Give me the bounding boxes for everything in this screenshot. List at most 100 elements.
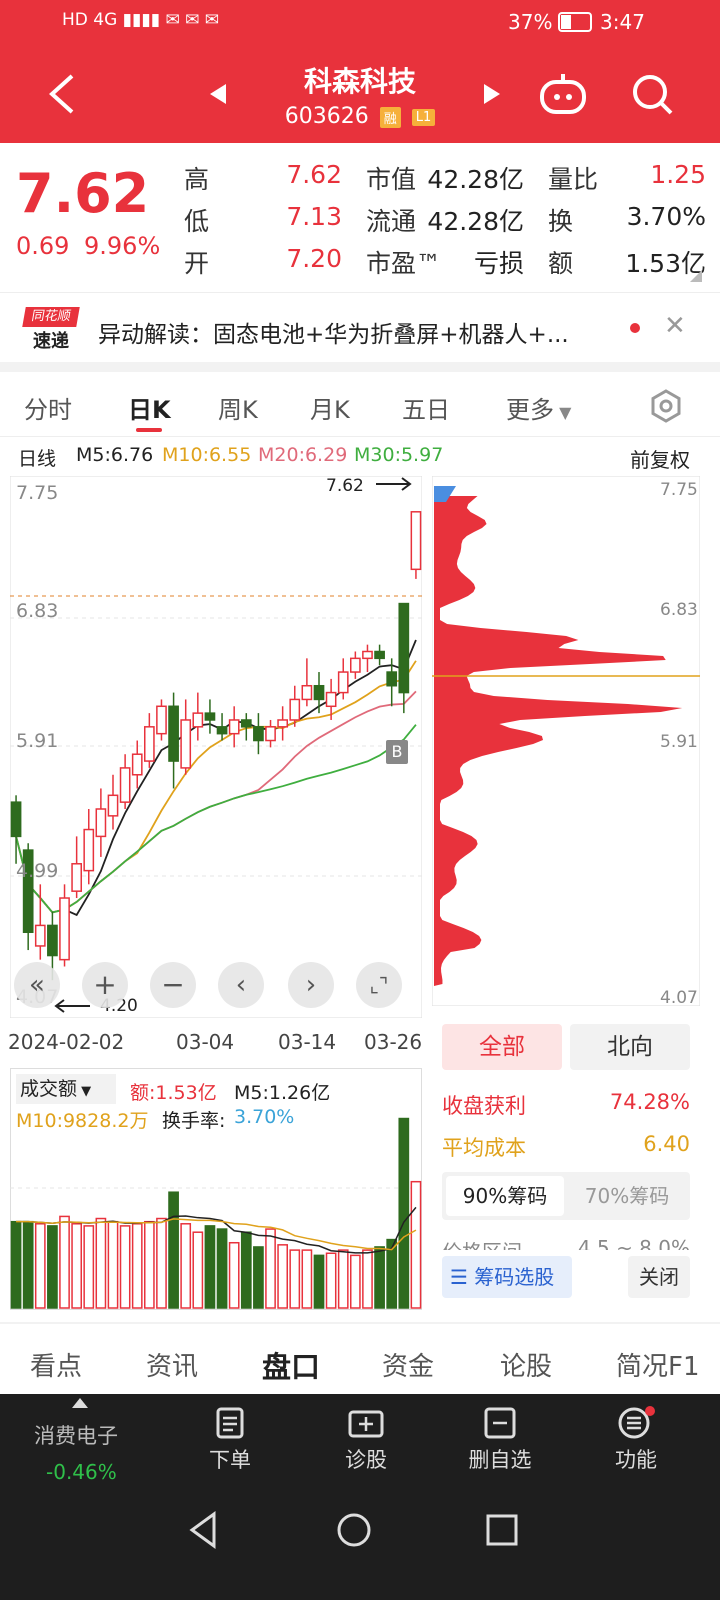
candle (10, 795, 22, 864)
chip-70-button[interactable]: 70%筹码 (568, 1176, 686, 1216)
sector-name[interactable]: 消费电子 (34, 1420, 118, 1450)
volume-bar (143, 1220, 155, 1309)
volume-bar (10, 1220, 22, 1309)
label-turnover: 换 (548, 207, 574, 236)
order-button[interactable]: 下单 (180, 1406, 280, 1474)
tab-highlights[interactable]: 看点 (30, 1346, 82, 1383)
tab-funds[interactable]: 资金 (382, 1346, 434, 1383)
close-banner-icon[interactable]: ✕ (664, 311, 686, 341)
chip-90-button[interactable]: 90%筹码 (446, 1176, 564, 1216)
profit-value: 74.28% (609, 1090, 690, 1114)
scroll-left-icon[interactable]: ‹ (218, 962, 264, 1008)
candle (168, 692, 179, 789)
functions-button[interactable]: 功能 (586, 1406, 686, 1474)
candle (398, 602, 410, 714)
chip-stock-picker-button[interactable]: ☰ 筹码选股 (442, 1256, 572, 1298)
volume-chart (10, 1117, 422, 1309)
candle (71, 836, 83, 899)
rewind-icon[interactable]: « (14, 962, 60, 1008)
chip-tab-all[interactable]: 全部 (442, 1024, 562, 1070)
unread-dot (630, 323, 640, 333)
nav-recent-icon[interactable] (484, 1512, 520, 1548)
tab-intraday[interactable]: 分时 (24, 390, 72, 425)
ma20-label: M20:6.29 (258, 444, 348, 466)
fullscreen-icon[interactable]: ⌞⌝ (356, 962, 402, 1008)
settings-hex-icon[interactable] (648, 388, 684, 424)
tab-profile[interactable]: 简况F1 (616, 1346, 700, 1383)
chip-close-button[interactable]: 关闭 (628, 1256, 690, 1298)
candle (349, 651, 361, 679)
candle (362, 644, 373, 673)
date-label: 03-04 (176, 1030, 235, 1054)
high-marker-label: 7.62 (326, 476, 364, 496)
y-tick-6.83: 6.83 (16, 600, 59, 622)
candle (240, 713, 252, 741)
label-mkt-cap: 市值 (366, 165, 417, 194)
candle (180, 699, 192, 775)
candle (216, 713, 228, 741)
functions-label: 功能 (615, 1448, 657, 1472)
volume-bar (265, 1228, 276, 1309)
chip-profile (434, 496, 683, 986)
volume-bar (301, 1249, 313, 1309)
candle (374, 644, 385, 666)
ma30-label: M30:5.97 (354, 444, 444, 466)
scroll-right-icon[interactable]: › (288, 962, 334, 1008)
chip-range-switch: 90%筹码 70%筹码 (442, 1172, 690, 1220)
ths-logo: 同花顺 速递 (22, 307, 80, 352)
kline-chart[interactable] (10, 476, 422, 1018)
status-icons: HD 4G ▮▮▮▮ ✉ ✉ ✉ (62, 10, 220, 30)
nav-back-icon[interactable] (184, 1510, 224, 1550)
candle (83, 809, 95, 885)
remove-watchlist-button[interactable]: 删自选 (450, 1406, 550, 1474)
expand-corner-icon[interactable] (690, 270, 702, 282)
profit-label: 收盘获利 (442, 1094, 526, 1118)
active-tab-indicator (136, 428, 162, 432)
divider (0, 362, 720, 372)
tab-weekly-k[interactable]: 周K (218, 390, 258, 425)
zoom-in-icon[interactable]: + (82, 962, 128, 1008)
volume-bar (349, 1254, 361, 1309)
volume-bar (253, 1246, 264, 1309)
label-open: 开 (184, 249, 210, 278)
candle (313, 672, 325, 714)
label-high: 高 (184, 165, 210, 194)
candle (192, 692, 204, 741)
nav-home-icon[interactable] (334, 1510, 374, 1550)
current-price: 7.62 (16, 162, 150, 225)
ma5-label: M5:6.76 (76, 444, 154, 466)
value-turnover: 3.70% (626, 202, 706, 231)
volume-bar (34, 1223, 46, 1309)
tab-news[interactable]: 资讯 (146, 1346, 198, 1383)
tab-discussion[interactable]: 论股 (500, 1346, 552, 1383)
tab-order-book[interactable]: 盘口 (262, 1344, 320, 1386)
tab-daily-k[interactable]: 日K (128, 390, 171, 425)
candle (410, 511, 422, 579)
robot-icon[interactable] (538, 70, 588, 118)
candle (107, 774, 119, 830)
chip-tab-north[interactable]: 北向 (570, 1024, 690, 1070)
tab-five-day[interactable]: 五日 (402, 390, 450, 425)
value-pe: 亏损 (473, 249, 524, 278)
y-tick-7.75: 7.75 (16, 482, 59, 504)
adjustment-button[interactable]: 前复权 (630, 444, 690, 473)
volume-bar (95, 1217, 107, 1309)
volume-bar (362, 1249, 373, 1309)
diagnose-button[interactable]: 诊股 (316, 1406, 416, 1474)
volume-bar (47, 1225, 58, 1309)
news-banner[interactable]: 同花顺 速递 异动解读：固态电池+华为折叠屏+机器人+... ✕ (0, 292, 720, 362)
next-stock-icon[interactable] (480, 82, 504, 106)
tab-monthly-k[interactable]: 月K (310, 390, 350, 425)
chip-price-range-label: 价格区间 (442, 1240, 522, 1250)
label-amount: 额 (548, 249, 574, 278)
buy-signal-badge[interactable]: B (386, 740, 408, 764)
tab-more[interactable]: 更多 ▼ (506, 390, 571, 425)
candle (253, 713, 264, 755)
label-float-cap: 流通 (366, 207, 417, 236)
volume-bar (289, 1249, 301, 1309)
volume-bar (131, 1223, 143, 1309)
search-icon[interactable] (630, 72, 674, 116)
zoom-out-icon[interactable]: − (150, 962, 196, 1008)
caret-up-icon (72, 1398, 88, 1408)
chip-y-tick: 7.75 (660, 480, 698, 500)
